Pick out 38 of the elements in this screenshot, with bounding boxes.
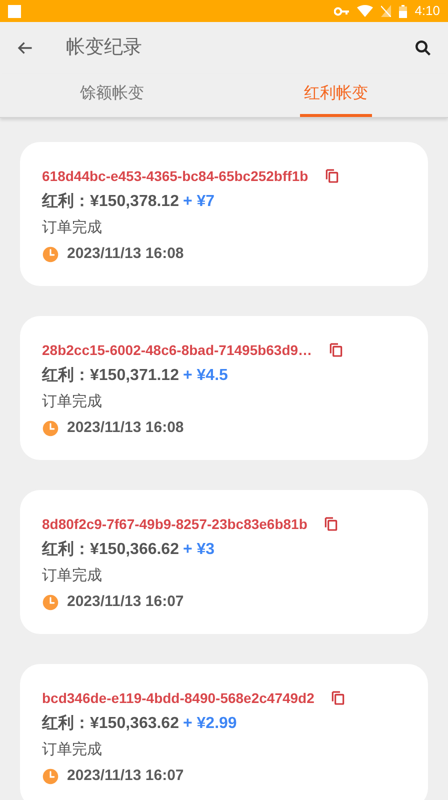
change-amount: + ¥4.5 <box>182 366 228 386</box>
copy-icon[interactable] <box>330 690 346 706</box>
timestamp: 2023/11/13 16:08 <box>67 418 184 438</box>
wifi-icon <box>356 5 373 17</box>
copy-icon[interactable] <box>323 516 340 532</box>
clock-icon <box>42 768 59 784</box>
clock-time: 4:10 <box>414 2 440 20</box>
timestamp: 2023/11/13 16:07 <box>67 766 184 786</box>
change-amount: + ¥3 <box>182 540 215 560</box>
copy-icon[interactable] <box>328 342 344 358</box>
balance-text: 红利：¥150,371.12 <box>42 366 179 386</box>
tab[interactable]: 红利帐变 <box>300 74 372 117</box>
balance-text: 红利：¥150,366.62 <box>42 540 179 560</box>
clock-icon <box>42 246 59 262</box>
tab[interactable]: 馀额帐变 <box>76 74 148 117</box>
status-text: 订单完成 <box>42 218 102 238</box>
battery-icon <box>398 4 407 18</box>
order-id: 618d44bc-e453-4365-bc84-65bc252bff1b <box>42 167 308 186</box>
change-amount: + ¥7 <box>182 192 215 212</box>
timestamp: 2023/11/13 16:08 <box>67 244 184 264</box>
balance-text: 红利：¥150,378.12 <box>42 192 179 212</box>
order-id: bcd346de-e119-4bdd-8490-568e2c4749d2 <box>42 689 314 708</box>
key-icon <box>334 6 349 16</box>
no-signal-icon <box>380 5 391 17</box>
copy-icon[interactable] <box>324 168 340 184</box>
clock-icon <box>42 594 59 610</box>
balance-text: 红利：¥150,363.62 <box>42 714 179 734</box>
order-id: 28b2cc15-6002-48c6-8bad-71495b63d9… <box>42 341 312 360</box>
page-title: 帐变纪录 <box>66 36 142 60</box>
notification-icon <box>8 4 21 18</box>
change-amount: + ¥2.99 <box>182 714 237 734</box>
clock-icon <box>42 420 59 436</box>
status-text: 订单完成 <box>42 566 102 586</box>
status-text: 订单完成 <box>42 740 102 760</box>
timestamp: 2023/11/13 16:07 <box>67 592 184 612</box>
order-id: 8d80f2c9-7f67-49b9-8257-23bc83e6b81b <box>42 515 308 534</box>
search-icon[interactable] <box>414 39 432 57</box>
status-text: 订单完成 <box>42 392 102 412</box>
